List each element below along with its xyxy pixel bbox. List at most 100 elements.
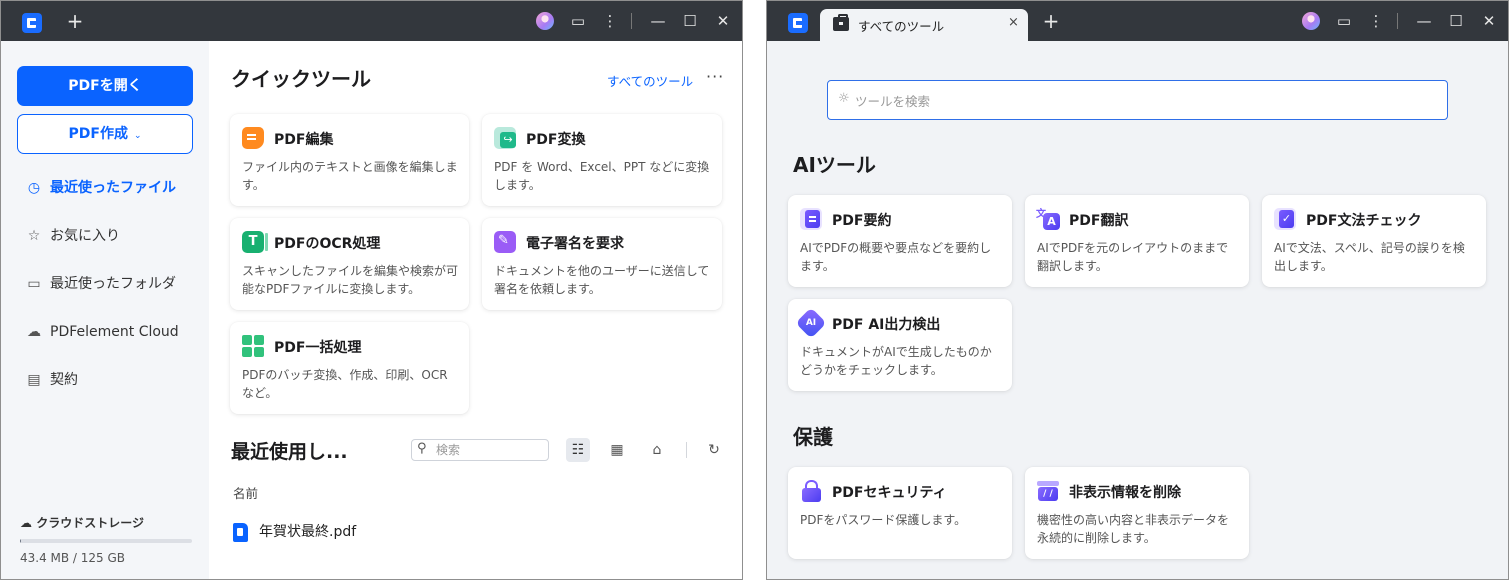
batch-icon [242, 335, 264, 357]
more-vertical-icon[interactable]: ⋮ [1366, 11, 1386, 31]
card-title: PDF文法チェック [1306, 213, 1422, 229]
contract-icon: ▤ [27, 372, 41, 388]
card-description: PDFのバッチ変換、作成、印刷、OCRなど。 [242, 368, 448, 400]
more-options-icon[interactable]: ··· [706, 67, 724, 86]
search-icon: ⚲ [417, 441, 427, 456]
close-icon[interactable]: ✕ [713, 11, 733, 31]
user-avatar[interactable] [536, 12, 554, 30]
storage-progress-fill [20, 539, 22, 543]
storage-progress-bar [20, 539, 192, 543]
store-icon[interactable]: ⌂ [645, 438, 669, 462]
tool-card-grammar-check[interactable]: PDF文法チェック AIで文法、スペル、記号の誤りを検出します。 [1262, 195, 1486, 287]
more-vertical-icon[interactable]: ⋮ [600, 11, 620, 31]
sidebar-item-label: 契約 [50, 372, 78, 388]
tool-card-ocr[interactable]: T PDFのOCR処理 スキャンしたファイルを編集や検索が可能なPDFファイルに… [230, 218, 469, 310]
user-avatar[interactable] [1302, 12, 1320, 30]
tab-all-tools[interactable]: すべてのツール × [820, 9, 1028, 41]
title-bar: + ▭ ⋮ — ☐ ✕ [1, 1, 742, 41]
create-pdf-button[interactable]: PDF作成 ⌄ [17, 114, 193, 154]
tool-card-pdf-security[interactable]: PDFセキュリティ PDFをパスワード保護します。 [788, 467, 1012, 559]
card-description: AIでPDFを元のレイアウトのままで翻訳します。 [1037, 241, 1229, 273]
sidebar-item-favorites[interactable]: ☆ お気に入り [25, 225, 120, 247]
maximize-icon[interactable]: ☐ [1446, 11, 1466, 31]
ai-translate-icon [1036, 205, 1060, 230]
tool-card-pdf-translate[interactable]: PDF翻訳 AIでPDFを元のレイアウトのままで翻訳します。 [1025, 195, 1249, 287]
lightbulb-icon: ☼ [838, 91, 850, 106]
all-tools-window: すべてのツール × + ▭ ⋮ — ☐ ✕ ☼ AIツール PDF要約 AIでP… [766, 0, 1509, 580]
maximize-icon[interactable]: ☐ [680, 11, 700, 31]
tool-card-ai-detect[interactable]: AI PDF AI出力検出 ドキュメントがAIで生成したものかどうかをチェックし… [788, 299, 1012, 391]
sidebar: PDFを開く PDF作成 ⌄ ◷ 最近使ったファイル ☆ お気に入り ▭ 最近使ったフォ… [1, 41, 209, 579]
card-title: PDFセキュリティ [832, 485, 947, 501]
grid-view-button[interactable]: ▦ [605, 438, 629, 462]
card-title: PDF一括処理 [274, 340, 362, 356]
esign-icon [494, 231, 516, 253]
sidebar-item-label: 最近使ったファイル [50, 180, 176, 196]
tool-card-pdf-edit[interactable]: PDF編集 ファイル内のテキストと画像を編集します。 [230, 114, 469, 206]
card-title: PDF変換 [526, 132, 586, 148]
create-pdf-label: PDF作成 [68, 126, 128, 142]
sidebar-item-label: 最近使ったフォルダ [50, 276, 176, 292]
recent-files-title: 最近使用し... [231, 441, 348, 463]
tool-card-remove-hidden-info[interactable]: 非表示情報を削除 機密性の高い内容と非表示データを永続的に削除します。 [1025, 467, 1249, 559]
feedback-icon[interactable]: ▭ [568, 11, 588, 31]
sidebar-item-contracts[interactable]: ▤ 契約 [25, 369, 78, 391]
tool-card-pdf-summary[interactable]: PDF要約 AIでPDFの概要や要点などを要約します。 [788, 195, 1012, 287]
file-name: 年賀状最終.pdf [259, 524, 357, 540]
list-view-button[interactable]: ☷ [566, 438, 590, 462]
tool-search-box[interactable]: ☼ [827, 80, 1448, 120]
app-logo-icon[interactable] [788, 13, 808, 33]
ai-detect-glyph: AI [805, 318, 817, 328]
grammar-check-icon [1274, 208, 1296, 230]
tool-card-batch[interactable]: PDF一括処理 PDFのバッチ変換、作成、印刷、OCRなど。 [230, 322, 469, 414]
minimize-icon[interactable]: — [648, 11, 668, 31]
card-title: PDF翻訳 [1069, 213, 1129, 229]
card-description: ファイル内のテキストと画像を編集します。 [242, 160, 458, 192]
open-pdf-button[interactable]: PDFを開く [17, 66, 193, 106]
pdf-edit-icon [242, 127, 264, 149]
new-tab-button[interactable]: + [65, 10, 85, 32]
sidebar-item-recent-folders[interactable]: ▭ 最近使ったフォルダ [25, 273, 176, 295]
section-title-ai-tools: AIツール [793, 153, 876, 177]
card-description: AIでPDFの概要や要点などを要約します。 [800, 241, 992, 273]
star-icon: ☆ [27, 228, 41, 244]
card-title: PDF要約 [832, 213, 892, 229]
ai-summary-icon [800, 208, 822, 230]
card-description: PDFをパスワード保護します。 [800, 513, 967, 527]
cloud-storage-label[interactable]: ☁ クラウドストレージ [20, 514, 144, 531]
pdf-file-icon [233, 523, 248, 542]
card-title: PDFのOCR処理 [274, 236, 381, 252]
feedback-icon[interactable]: ▭ [1334, 11, 1354, 31]
all-tools-link[interactable]: すべてのツール [607, 71, 693, 90]
chevron-down-icon: ⌄ [133, 131, 142, 141]
quick-tools-title: クイックツール [231, 67, 371, 91]
card-description: PDF を Word、Excel、PPT などに変換します。 [494, 160, 710, 192]
tool-card-esign[interactable]: 電子署名を要求 ドキュメントを他のユーザーに送信して署名を依頼します。 [482, 218, 722, 310]
card-description: 機密性の高い内容と非表示データを永続的に削除します。 [1037, 513, 1230, 545]
minimize-icon[interactable]: — [1414, 11, 1434, 31]
tool-search-input[interactable] [855, 92, 1415, 110]
cloud-icon: ☁ [20, 516, 37, 530]
new-tab-button[interactable]: + [1041, 10, 1061, 32]
card-description: スキャンしたファイルを編集や検索が可能なPDFファイルに変換します。 [242, 264, 459, 296]
titlebar-divider [631, 13, 632, 29]
refresh-icon[interactable]: ↻ [702, 438, 726, 462]
tab-title: すべてのツール [858, 19, 945, 34]
column-header-name[interactable]: 名前 [233, 483, 258, 502]
app-logo-icon[interactable] [22, 13, 42, 33]
pdfelement-home-window: + ▭ ⋮ — ☐ ✕ PDFを開く PDF作成 ⌄ ◷ 最近使ったファイル ☆ お気… [0, 0, 743, 580]
pdf-convert-icon [494, 127, 516, 149]
card-description: AIで文法、スペル、記号の誤りを検出します。 [1274, 241, 1465, 273]
close-icon[interactable]: ✕ [1479, 11, 1499, 31]
sidebar-item-recent-files[interactable]: ◷ 最近使ったファイル [25, 177, 176, 199]
card-title: 電子署名を要求 [526, 236, 624, 252]
recent-search-input[interactable] [436, 442, 544, 458]
recent-search-box[interactable]: ⚲ [411, 439, 549, 461]
card-description: ドキュメントがAIで生成したものかどうかをチェックします。 [800, 345, 992, 377]
tab-close-icon[interactable]: × [1008, 15, 1019, 30]
folder-icon: ▭ [27, 276, 41, 292]
cloud-storage-text: クラウドストレージ [36, 516, 144, 530]
ocr-icon: T [242, 231, 268, 253]
sidebar-item-cloud[interactable]: ☁ PDFelement Cloud [25, 321, 179, 343]
tool-card-pdf-convert[interactable]: PDF変換 PDF を Word、Excel、PPT などに変換します。 [482, 114, 722, 206]
